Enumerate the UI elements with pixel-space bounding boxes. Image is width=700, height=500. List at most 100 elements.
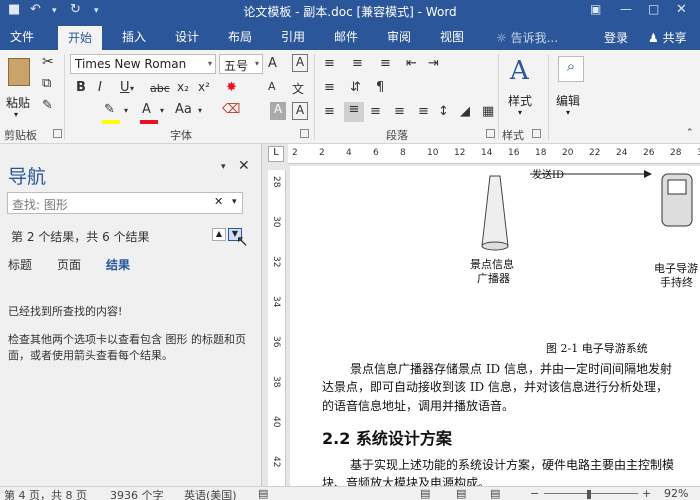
nav-tab-pages[interactable]: 页面	[57, 256, 81, 273]
underline-dropdown-icon[interactable]: ▾	[130, 84, 134, 93]
change-case-dropdown-icon[interactable]: ▾	[198, 106, 202, 115]
font-color-dropdown-icon[interactable]: ▾	[160, 106, 164, 115]
web-layout-icon[interactable]: ▤	[490, 487, 500, 500]
clipboard-launcher-icon[interactable]	[53, 129, 62, 138]
highlight-dropdown-icon[interactable]: ▾	[124, 106, 128, 115]
zoom-level[interactable]: 92%	[664, 487, 688, 500]
editing-button[interactable]: ⌕ 编辑 ▾	[554, 56, 590, 118]
zoom-out-icon[interactable]: −	[530, 487, 539, 500]
subscript-button[interactable]: x₂	[177, 80, 189, 94]
minimize-button[interactable]: —	[620, 2, 632, 16]
format-painter-icon[interactable]: ✎	[42, 98, 53, 113]
ruler-tick-label: 36	[271, 336, 281, 348]
font-color-button[interactable]: A	[142, 102, 151, 117]
document-page[interactable]: 发送ID 景点信息 广播器 电子导游 手持终 图 2-1 电子导游系统 景点信息…	[290, 166, 700, 490]
maximize-button[interactable]: □	[648, 2, 659, 16]
search-options-icon[interactable]: ▾	[232, 197, 237, 207]
zoom-slider-thumb[interactable]	[587, 490, 592, 499]
share-button[interactable]: ♟ 共享	[648, 29, 687, 46]
nav-tab-results[interactable]: 结果	[106, 256, 130, 273]
grow-font-icon[interactable]: A	[268, 56, 277, 71]
paste-button[interactable]: 粘贴 ▾	[4, 56, 34, 119]
tab-home[interactable]: 开始	[58, 26, 103, 50]
line-spacing-icon[interactable]: ↕	[438, 104, 449, 119]
char-border-button[interactable]: A	[292, 102, 308, 120]
chinese-layout-icon[interactable]: ≡	[324, 80, 335, 95]
distribute-icon[interactable]: ≡	[418, 104, 429, 119]
status-bar: 第 4 页，共 8 页 3936 个字 英语(美国) ▤ ▤ ▤ ▤ − + 9…	[0, 486, 700, 500]
ribbon-display-icon[interactable]: ▣	[590, 2, 601, 16]
group-label-clipboard: 剪贴板	[4, 129, 37, 142]
eraser-icon[interactable]: ⌫	[222, 102, 240, 117]
print-layout-icon[interactable]: ▤	[456, 487, 466, 500]
font-launcher-icon[interactable]	[300, 129, 309, 138]
tab-layout[interactable]: 布局	[228, 28, 252, 45]
clear-format-icon[interactable]: A	[292, 54, 308, 72]
page-indicator[interactable]: 第 4 页，共 8 页	[4, 487, 87, 500]
tab-references[interactable]: 引用	[281, 28, 305, 45]
sort-icon[interactable]: ⇵	[350, 80, 361, 95]
vertical-ruler[interactable]: 28 30 32 34 36 38 40 42	[268, 170, 286, 486]
decrease-indent-icon[interactable]: ⇤	[406, 56, 417, 71]
read-mode-icon[interactable]: ▤	[420, 487, 430, 500]
previous-result-icon[interactable]: ▲	[212, 228, 226, 241]
font-name-select[interactable]: Times New Roman ▾	[70, 54, 216, 74]
horizontal-ruler[interactable]: 22468101214161820222426283032	[288, 144, 700, 164]
styles-button[interactable]: A 样式 ▾	[504, 56, 544, 118]
tab-mailings[interactable]: 邮件	[334, 28, 358, 45]
macro-icon[interactable]: ▤	[258, 487, 268, 500]
text-effects-icon[interactable]: ✸	[226, 80, 237, 95]
justify-icon[interactable]: ≡	[394, 104, 405, 119]
align-center-icon[interactable]: ≡	[344, 102, 364, 122]
change-case-button[interactable]: Aa	[175, 102, 192, 117]
paste-label: 粘贴	[6, 96, 31, 110]
cut-icon[interactable]: ✂	[42, 54, 54, 70]
language-indicator[interactable]: 英语(美国)	[184, 487, 237, 500]
increase-indent-icon[interactable]: ⇥	[428, 56, 439, 71]
paragraph-launcher-icon[interactable]	[486, 129, 495, 138]
shading-icon[interactable]: ◢	[460, 104, 470, 119]
char-shading-button[interactable]: A	[270, 102, 286, 120]
nav-tab-headings[interactable]: 标题	[8, 256, 32, 273]
node-label-left: 广播器	[477, 272, 510, 285]
tab-selector-icon[interactable]: L	[268, 146, 284, 162]
tab-view[interactable]: 视图	[440, 28, 464, 45]
zoom-in-icon[interactable]: +	[642, 487, 651, 500]
ruler-tick-label: 22	[589, 148, 601, 158]
clipboard-icon	[8, 58, 30, 86]
word-count[interactable]: 3936 个字	[110, 487, 164, 500]
tell-me-search[interactable]: ☼ 告诉我...	[496, 29, 558, 46]
lightbulb-icon: ☼	[496, 31, 507, 45]
align-left-icon[interactable]: ≡	[324, 104, 335, 119]
tab-review[interactable]: 审阅	[387, 28, 411, 45]
tab-file[interactable]: 文件	[10, 28, 34, 45]
nav-options-icon[interactable]: ▾	[221, 162, 226, 172]
nav-hint-message: 检查其他两个选项卡以查看包含 图形 的标题和页面，或者使用箭头查看每个结果。	[8, 333, 246, 362]
multilevel-list-icon[interactable]: ≡	[380, 56, 391, 71]
bold-button[interactable]: B	[76, 80, 86, 95]
highlight-icon[interactable]: ✎	[104, 102, 115, 117]
show-marks-icon[interactable]: ¶	[376, 80, 384, 95]
tab-design[interactable]: 设计	[175, 28, 199, 45]
align-right-icon[interactable]: ≡	[370, 104, 381, 119]
nav-close-icon[interactable]: ✕	[238, 158, 250, 174]
styles-icon: A	[510, 56, 529, 86]
superscript-button[interactable]: x²	[198, 80, 210, 94]
styles-launcher-icon[interactable]	[532, 129, 541, 138]
collapse-ribbon-icon[interactable]: ⌃	[686, 128, 694, 138]
shrink-font-icon[interactable]: A	[268, 80, 276, 93]
nav-search-input[interactable]: 查找: 图形 ✕ ▾	[7, 192, 243, 214]
sign-in-link[interactable]: 登录	[604, 29, 628, 46]
clear-search-icon[interactable]: ✕	[214, 195, 223, 208]
close-button[interactable]: ✕	[676, 2, 687, 17]
italic-button[interactable]: I	[98, 80, 102, 95]
tab-insert[interactable]: 插入	[122, 28, 146, 45]
borders-icon[interactable]: ▦	[482, 104, 494, 119]
numbering-icon[interactable]: ≡	[352, 56, 363, 71]
font-size-select[interactable]: 五号 ▾	[219, 54, 263, 74]
strikethrough-button[interactable]: abc	[150, 82, 170, 95]
phonetic-guide-button[interactable]: 文	[292, 80, 304, 97]
copy-icon[interactable]: ⧉	[42, 76, 51, 91]
underline-button[interactable]: U	[120, 80, 130, 95]
bullets-icon[interactable]: ≡	[324, 56, 335, 71]
